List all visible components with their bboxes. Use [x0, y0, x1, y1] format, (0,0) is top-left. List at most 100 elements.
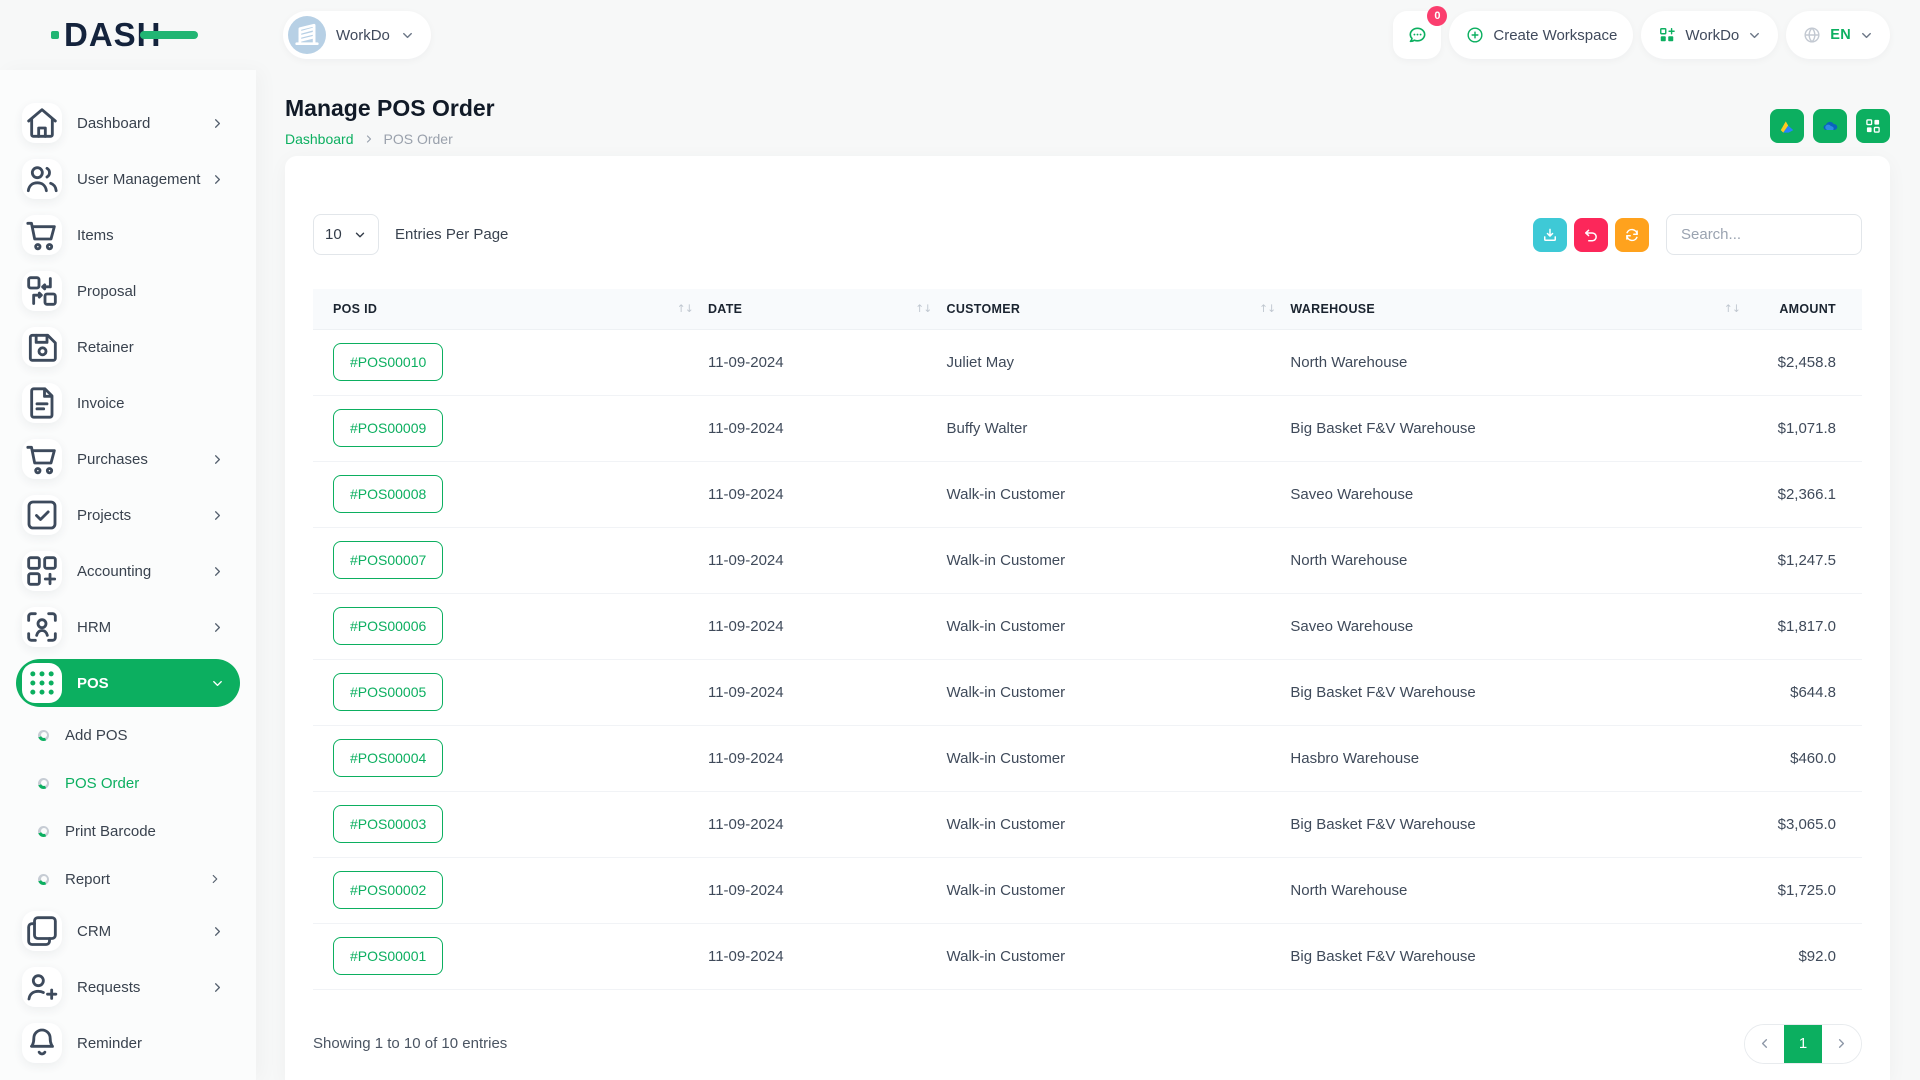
cell-amount: $2,458.8	[1755, 329, 1862, 395]
cell-customer: Walk-in Customer	[947, 857, 1291, 923]
sidebar-item-pos-order[interactable]: POS Order	[16, 763, 240, 803]
chat-icon	[1406, 24, 1429, 47]
page-1-button[interactable]: 1	[1784, 1025, 1822, 1063]
sidebar-item-report[interactable]: Report	[16, 859, 240, 899]
pos-id-link[interactable]: #POS00007	[333, 541, 443, 579]
cell-pos-id: #POS00002	[313, 857, 708, 923]
next-page-button[interactable]	[1822, 1025, 1861, 1063]
showing-entries-text: Showing 1 to 10 of 10 entries	[313, 1035, 507, 1052]
sidebar-item-reminder[interactable]: Reminder	[16, 1019, 240, 1067]
onedrive-button[interactable]	[1813, 109, 1847, 143]
column-header-amount[interactable]: AMOUNT	[1755, 289, 1862, 329]
cell-date: 11-09-2024	[708, 329, 947, 395]
sidebar-item-print-barcode[interactable]: Print Barcode	[16, 811, 240, 851]
app-logo[interactable]: DASH	[64, 16, 162, 54]
check-square-icon	[22, 495, 62, 535]
messages-button[interactable]: 0	[1393, 11, 1441, 59]
cell-warehouse: North Warehouse	[1290, 527, 1755, 593]
apps-grid-icon	[1863, 116, 1883, 136]
sidebar-item-label: Print Barcode	[65, 823, 156, 840]
cell-customer: Juliet May	[947, 329, 1291, 395]
topbar: DASH WorkDo 0 Create Workspace WorkDo EN	[0, 0, 1920, 70]
sidebar-item-requests[interactable]: Requests	[16, 963, 240, 1011]
undo-icon	[1582, 226, 1600, 244]
language-selector[interactable]: EN	[1786, 11, 1890, 59]
column-header-date[interactable]: DATE ↑↓	[708, 289, 947, 329]
pos-id-link[interactable]: #POS00004	[333, 739, 443, 777]
cell-customer: Walk-in Customer	[947, 593, 1291, 659]
pos-id-link[interactable]: #POS00008	[333, 475, 443, 513]
workspace-name: WorkDo	[336, 27, 390, 44]
sidebar-item-user-management[interactable]: User Management	[16, 155, 240, 203]
column-label: WAREHOUSE	[1290, 302, 1375, 316]
column-header-warehouse[interactable]: WAREHOUSE ↑↓	[1290, 289, 1755, 329]
sidebar-item-accounting[interactable]: Accounting	[16, 547, 240, 595]
workspace-menu-button[interactable]: WorkDo	[1641, 11, 1778, 59]
pos-id-link[interactable]: #POS00006	[333, 607, 443, 645]
user-scan-icon	[22, 607, 62, 647]
pos-id-link[interactable]: #POS00005	[333, 673, 443, 711]
cell-customer: Walk-in Customer	[947, 791, 1291, 857]
sidebar-item-dashboard[interactable]: Dashboard	[16, 99, 240, 147]
cell-amount: $1,247.5	[1755, 527, 1862, 593]
pos-id-link[interactable]: #POS00002	[333, 871, 443, 909]
pos-id-link[interactable]: #POS00010	[333, 343, 443, 381]
sidebar-item-label: Reminder	[77, 1035, 142, 1052]
cell-amount: $1,817.0	[1755, 593, 1862, 659]
sort-icon[interactable]: ↑↓	[1259, 303, 1276, 315]
google-drive-button[interactable]	[1770, 109, 1804, 143]
sidebar-item-projects[interactable]: Projects	[16, 491, 240, 539]
table-row: #POS0000811-09-2024Walk-in CustomerSaveo…	[313, 461, 1862, 527]
previous-page-button[interactable]	[1745, 1025, 1784, 1063]
undo-button[interactable]	[1574, 218, 1608, 252]
cell-date: 11-09-2024	[708, 395, 947, 461]
pagination: 1	[1744, 1024, 1862, 1064]
sidebar-item-items[interactable]: Items	[16, 211, 240, 259]
sidebar-item-purchases[interactable]: Purchases	[16, 435, 240, 483]
create-workspace-button[interactable]: Create Workspace	[1449, 11, 1633, 59]
workspace-selector[interactable]: WorkDo	[283, 11, 431, 59]
apps-grid-button[interactable]	[1856, 109, 1890, 143]
sidebar-item-label: Invoice	[77, 395, 125, 412]
sidebar-item-label: Items	[77, 227, 114, 244]
sort-icon[interactable]: ↑↓	[915, 303, 932, 315]
sidebar-item-hrm[interactable]: HRM	[16, 603, 240, 651]
sidebar-nav: Dashboard User Management Items Proposal Ret…	[0, 99, 256, 1067]
sidebar-item-retainer[interactable]: Retainer	[16, 323, 240, 371]
column-label: DATE	[708, 302, 742, 316]
sort-icon[interactable]: ↑↓	[677, 303, 694, 315]
cell-amount: $1,725.0	[1755, 857, 1862, 923]
breadcrumb-dashboard-link[interactable]: Dashboard	[285, 131, 354, 147]
cell-customer: Walk-in Customer	[947, 923, 1291, 989]
sidebar-item-proposal[interactable]: Proposal	[16, 267, 240, 315]
pos-id-link[interactable]: #POS00001	[333, 937, 443, 975]
sidebar-item-pos[interactable]: POS	[16, 659, 240, 707]
sort-icon[interactable]: ↑↓	[1724, 303, 1741, 315]
cell-date: 11-09-2024	[708, 923, 947, 989]
page-header: Manage POS Order Dashboard POS Order	[285, 95, 1890, 147]
cell-date: 11-09-2024	[708, 659, 947, 725]
refresh-button[interactable]	[1615, 218, 1649, 252]
sidebar-item-label: POS Order	[65, 775, 139, 792]
pos-id-link[interactable]: #POS00009	[333, 409, 443, 447]
search-input[interactable]	[1666, 214, 1862, 255]
bullet-icon	[38, 778, 49, 789]
sidebar-item-label: CRM	[77, 923, 111, 940]
column-header-pos-id[interactable]: POS ID ↑↓	[313, 289, 708, 329]
cell-warehouse: Hasbro Warehouse	[1290, 725, 1755, 791]
sidebar-item-crm[interactable]: CRM	[16, 907, 240, 955]
entries-per-page-select[interactable]: 10	[313, 214, 379, 255]
pos-id-link[interactable]: #POS00003	[333, 805, 443, 843]
column-label: POS ID	[333, 302, 377, 316]
sidebar-item-add-pos[interactable]: Add POS	[16, 715, 240, 755]
sidebar-item-label: User Management	[77, 171, 200, 188]
chevron-right-icon	[210, 924, 225, 939]
table-footer: Showing 1 to 10 of 10 entries 1	[313, 1024, 1862, 1064]
download-button[interactable]	[1533, 218, 1567, 252]
breadcrumb-current: POS Order	[384, 131, 453, 147]
sidebar-item-label: Projects	[77, 507, 131, 524]
sidebar-item-label: Proposal	[77, 283, 136, 300]
column-header-customer[interactable]: CUSTOMER↑↓	[947, 289, 1291, 329]
sidebar-item-invoice[interactable]: Invoice	[16, 379, 240, 427]
chevron-left-icon	[1757, 1036, 1772, 1051]
